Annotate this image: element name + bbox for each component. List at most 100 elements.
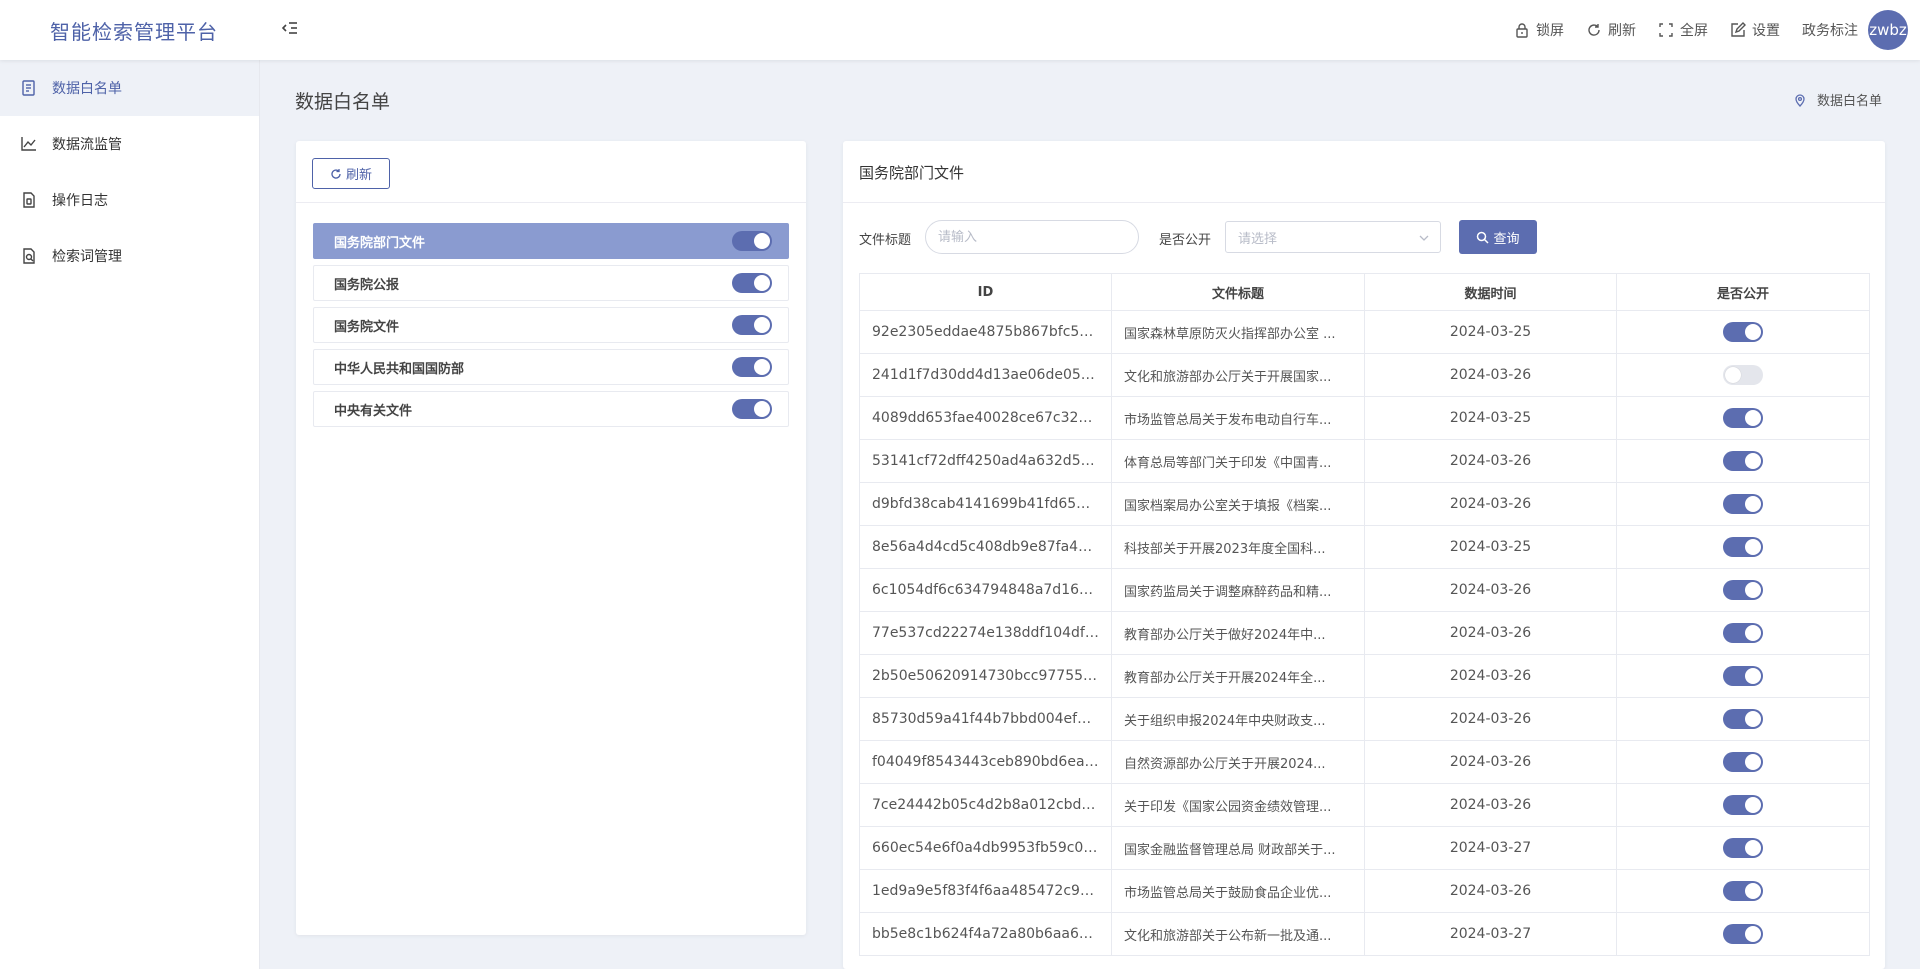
- user-name-label: 政务标注: [1802, 23, 1858, 39]
- line-chart-icon: [21, 137, 36, 151]
- public-toggle[interactable]: [1723, 408, 1763, 428]
- cell-date: 2024-03-27: [1364, 826, 1617, 870]
- collapse-sidebar-icon[interactable]: [280, 18, 300, 40]
- cell-id: 4089dd653fae40028ce67c327b...: [859, 396, 1112, 440]
- public-toggle[interactable]: [1723, 623, 1763, 643]
- location-pin-icon: [1795, 93, 1805, 107]
- cell-title: 关于组织申报2024年中央财政支...: [1111, 697, 1365, 741]
- cell-date: 2024-03-25: [1364, 525, 1617, 569]
- title-filter-label: 文件标题: [859, 233, 912, 248]
- category-label: 国务院部门文件: [334, 235, 426, 251]
- category-item[interactable]: 中央有关文件: [313, 391, 789, 427]
- table-row[interactable]: 7ce24442b05c4d2b8a012cbd11... 关于印发《国家公园资金…: [859, 783, 1870, 827]
- cell-public: [1616, 396, 1870, 440]
- public-select[interactable]: 请选择: [1225, 221, 1441, 253]
- page-title: 数据白名单: [295, 91, 391, 113]
- cell-title: 教育部办公厅关于做好2024年中...: [1111, 611, 1365, 655]
- cell-id: f04049f8543443ceb890bd6ea4e...: [859, 740, 1112, 784]
- cell-public: [1616, 740, 1870, 784]
- public-toggle[interactable]: [1723, 795, 1763, 815]
- lock-screen-button[interactable]: 锁屏: [1514, 20, 1564, 40]
- table-row[interactable]: d9bfd38cab4141699b41fd651ef... 国家档案局办公室关于…: [859, 482, 1870, 526]
- table-row[interactable]: bb5e8c1b624f4a72a80b6aa6b3... 文化和旅游部关于公布新…: [859, 912, 1870, 956]
- table-row[interactable]: 6c1054df6c634794848a7d1648... 国家药监局关于调整麻醉…: [859, 568, 1870, 612]
- cell-date: 2024-03-26: [1364, 568, 1617, 612]
- table-row[interactable]: 4089dd653fae40028ce67c327b... 市场监管总局关于发布电…: [859, 396, 1870, 440]
- cell-title: 文化和旅游部关于公布新一批及通...: [1111, 912, 1365, 956]
- category-toggle[interactable]: [732, 315, 772, 335]
- public-toggle[interactable]: [1723, 451, 1763, 471]
- table-row[interactable]: f04049f8543443ceb890bd6ea4e... 自然资源部办公厅关于…: [859, 740, 1870, 784]
- table-row[interactable]: 85730d59a41f44b7bbd004efdef... 关于组织申报2024…: [859, 697, 1870, 741]
- query-button[interactable]: 查询: [1459, 220, 1537, 254]
- table-row[interactable]: 53141cf72dff4250ad4a632d5b5... 体育总局等部门关于印…: [859, 439, 1870, 483]
- category-label: 国务院公报: [334, 277, 400, 293]
- header-actions: 锁屏 刷新 全屏 设置 政务标注: [1514, 0, 1858, 60]
- column-header-date[interactable]: 数据时间: [1364, 273, 1617, 311]
- public-toggle[interactable]: [1723, 881, 1763, 901]
- table-row[interactable]: 92e2305eddae4875b867bfc545... 国家森林草原防灭火指挥…: [859, 310, 1870, 354]
- public-toggle[interactable]: [1723, 752, 1763, 772]
- cell-date: 2024-03-26: [1364, 697, 1617, 741]
- fullscreen-button[interactable]: 全屏: [1658, 20, 1708, 40]
- cell-title: 市场监管总局关于鼓励食品企业优...: [1111, 869, 1365, 913]
- user-name-menu[interactable]: 政务标注: [1802, 20, 1858, 40]
- table-row[interactable]: 8e56a4d4cd5c408db9e87fa4e4... 科技部关于开展2023…: [859, 525, 1870, 569]
- cell-public: [1616, 482, 1870, 526]
- table-row[interactable]: 241d1f7d30dd4d13ae06de051c... 文化和旅游部办公厅关于…: [859, 353, 1870, 397]
- cell-title: 国家森林草原防灭火指挥部办公室 ...: [1111, 310, 1365, 354]
- category-toggle[interactable]: [732, 273, 772, 293]
- column-header-public[interactable]: 是否公开: [1616, 273, 1870, 311]
- category-toggle[interactable]: [732, 357, 772, 377]
- column-header-title[interactable]: 文件标题: [1111, 273, 1365, 311]
- category-toggle[interactable]: [732, 399, 772, 419]
- fullscreen-icon: [1659, 23, 1673, 37]
- public-toggle[interactable]: [1723, 494, 1763, 514]
- refresh-icon: [331, 168, 341, 179]
- public-toggle[interactable]: [1723, 666, 1763, 686]
- avatar[interactable]: zwbz: [1868, 10, 1908, 50]
- column-header-id[interactable]: ID: [859, 273, 1112, 311]
- public-toggle[interactable]: [1723, 365, 1763, 385]
- cell-title: 体育总局等部门关于印发《中国青...: [1111, 439, 1365, 483]
- cell-date: 2024-03-27: [1364, 912, 1617, 956]
- refresh-categories-button[interactable]: 刷新: [312, 158, 390, 189]
- cell-id: 77e537cd22274e138ddf104dfe9...: [859, 611, 1112, 655]
- table-row[interactable]: 77e537cd22274e138ddf104dfe9... 教育部办公厅关于做好…: [859, 611, 1870, 655]
- public-filter-label: 是否公开: [1159, 233, 1212, 248]
- public-toggle[interactable]: [1723, 322, 1763, 342]
- sidebar-item-operation-log[interactable]: 操作日志: [0, 172, 259, 228]
- cell-public: [1616, 869, 1870, 913]
- refresh-page-button[interactable]: 刷新: [1586, 20, 1636, 40]
- cell-date: 2024-03-26: [1364, 439, 1617, 483]
- cell-date: 2024-03-26: [1364, 783, 1617, 827]
- category-item[interactable]: 国务院公报: [313, 265, 789, 301]
- app-title: 智能检索管理平台: [50, 20, 218, 44]
- settings-button[interactable]: 设置: [1730, 20, 1780, 40]
- public-toggle[interactable]: [1723, 537, 1763, 557]
- document-list-icon: [22, 80, 35, 96]
- public-toggle[interactable]: [1723, 580, 1763, 600]
- category-item[interactable]: 中华人民共和国国防部: [313, 349, 789, 385]
- top-header: 智能检索管理平台 锁屏 刷新 全屏 设置 政务标注 zwbz: [0, 0, 1920, 60]
- documents-table-body: 92e2305eddae4875b867bfc545... 国家森林草原防灭火指挥…: [859, 310, 1870, 956]
- category-toggle[interactable]: [732, 231, 772, 251]
- sidebar-item-search-terms[interactable]: 检索词管理: [0, 228, 259, 284]
- cell-id: 2b50e50620914730bcc9775570...: [859, 654, 1112, 698]
- sidebar-item-data-whitelist[interactable]: 数据白名单: [0, 60, 259, 116]
- table-row[interactable]: 1ed9a9e5f83f4f6aa485472c9c64... 市场监管总局关于鼓…: [859, 869, 1870, 913]
- category-item[interactable]: 国务院部门文件: [313, 223, 789, 259]
- table-row[interactable]: 660ec54e6f0a4db9953fb59c0c0... 国家金融监督管理总局…: [859, 826, 1870, 870]
- table-row[interactable]: 2b50e50620914730bcc9775570... 教育部办公厅关于开展2…: [859, 654, 1870, 698]
- public-toggle[interactable]: [1723, 838, 1763, 858]
- documents-table: ID 文件标题 数据时间 是否公开 92e2305eddae4875b867bf…: [859, 273, 1870, 956]
- lock-screen-label: 锁屏: [1536, 23, 1564, 39]
- category-item[interactable]: 国务院文件: [313, 307, 789, 343]
- title-search-input[interactable]: [925, 220, 1139, 254]
- sidebar-item-data-flow[interactable]: 数据流监管: [0, 116, 259, 172]
- cell-title: 自然资源部办公厅关于开展2024...: [1111, 740, 1365, 784]
- public-toggle[interactable]: [1723, 709, 1763, 729]
- breadcrumb-current[interactable]: 数据白名单: [1817, 90, 1882, 109]
- public-toggle[interactable]: [1723, 924, 1763, 944]
- settings-label: 设置: [1752, 23, 1780, 39]
